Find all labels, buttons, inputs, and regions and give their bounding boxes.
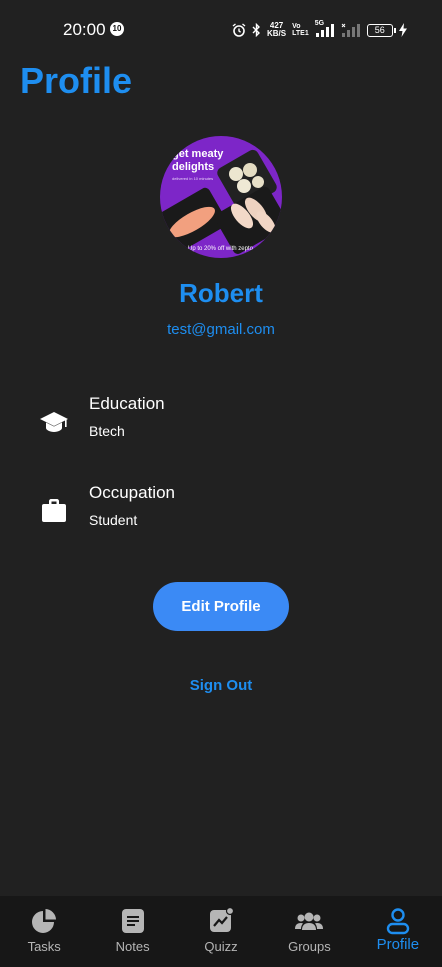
quiz-chart-icon — [210, 907, 235, 932]
network-speed: 427 KB/S — [267, 22, 286, 38]
bottom-nav: Tasks Notes Quizz Groups Profile — [0, 896, 442, 967]
nav-item-tasks[interactable]: Tasks — [0, 896, 88, 967]
network-type: 5G — [314, 20, 325, 27]
battery-indicator: 56 — [366, 23, 396, 37]
volte-indicator: Vo LTE1 — [292, 23, 309, 37]
nav-item-quizz[interactable]: Quizz — [177, 896, 265, 967]
nav-label-notes: Notes — [115, 939, 150, 954]
page-title: Profile — [20, 60, 133, 101]
notification-badge: 10 — [110, 22, 124, 36]
profile-email: test@gmail.com — [167, 321, 275, 338]
volte-bottom: LTE1 — [292, 30, 309, 37]
profile-name: Robert — [179, 278, 263, 308]
status-time: 20:00 — [63, 20, 106, 39]
nav-label-tasks: Tasks — [27, 939, 61, 954]
nav-label-quizz: Quizz — [204, 939, 238, 954]
edit-profile-button[interactable]: Edit Profile — [153, 582, 289, 631]
occupation-label: Occupation — [89, 483, 175, 502]
nav-item-notes[interactable]: Notes — [88, 896, 176, 967]
occupation-row: Occupation Student — [38, 483, 398, 539]
notes-icon — [121, 909, 144, 933]
status-icons: 427 KB/S Vo LTE1 5G 56 — [232, 20, 407, 40]
nav-item-profile[interactable]: Profile — [354, 896, 442, 967]
occupation-value: Student — [89, 512, 138, 528]
food-image — [160, 149, 282, 254]
signal-weak-icon — [341, 23, 360, 37]
network-speed-unit: KB/S — [267, 29, 287, 38]
education-label: Education — [89, 394, 165, 413]
groups-icon — [295, 912, 324, 930]
briefcase-icon — [38, 495, 70, 527]
education-value: Btech — [89, 423, 125, 439]
nav-item-groups[interactable]: Groups — [265, 896, 353, 967]
sign-out-button[interactable]: Sign Out — [0, 677, 442, 694]
nav-label-profile: Profile — [376, 936, 420, 953]
education-row: Education Btech — [38, 394, 398, 450]
volte-top: Vo — [292, 23, 301, 30]
bluetooth-icon — [252, 23, 260, 37]
avatar-footer: Up to 20% off with zepto — [188, 246, 253, 252]
avatar[interactable]: get meaty delights delivered in 10 minut… — [160, 136, 282, 258]
status-bar: 20:00 10 427 KB/S Vo LTE1 5G 56 — [0, 0, 442, 60]
pie-chart-icon — [32, 909, 57, 933]
graduation-cap-icon — [38, 406, 70, 438]
nav-label-groups: Groups — [288, 939, 331, 954]
person-icon — [386, 908, 410, 935]
charging-icon — [398, 23, 407, 37]
alarm-icon — [232, 23, 246, 37]
